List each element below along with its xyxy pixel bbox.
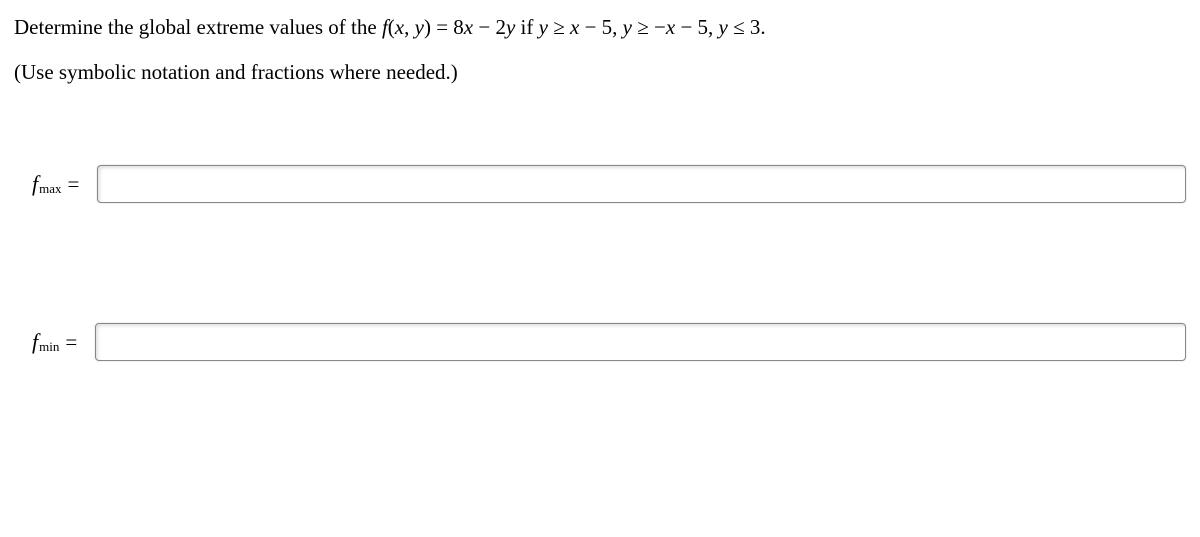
fmin-f: f (32, 329, 38, 355)
paren-open: ( (388, 15, 395, 39)
fmax-sub: max (39, 181, 61, 197)
c1-m5: − 5, (579, 15, 622, 39)
term-y1: y (506, 15, 515, 39)
c2-ge: ≥ − (632, 15, 666, 39)
comma: , (404, 15, 415, 39)
fmin-equals: = (65, 330, 77, 355)
c2-m5: − 5, (675, 15, 718, 39)
question-text: Determine the global extreme values of t… (14, 12, 1186, 44)
instruction-text: (Use symbolic notation and fractions whe… (14, 60, 1186, 85)
fmin-sub: min (39, 339, 59, 355)
c3-le: ≤ 3. (728, 15, 766, 39)
fmin-input[interactable] (95, 323, 1186, 361)
equals-8: = 8 (431, 15, 464, 39)
var-x: x (395, 15, 404, 39)
fmax-f: f (32, 171, 38, 197)
minus-2: − 2 (473, 15, 506, 39)
fmin-row: fmin = (14, 323, 1186, 361)
c3-y: y (719, 15, 728, 39)
var-y: y (415, 15, 424, 39)
c2-x: x (666, 15, 675, 39)
fmax-label: fmax = (32, 171, 79, 197)
fmax-input[interactable] (97, 165, 1186, 203)
fmax-row: fmax = (14, 165, 1186, 203)
paren-close: ) (424, 15, 431, 39)
if-text: if (515, 15, 538, 39)
term-x1: x (464, 15, 473, 39)
c1-x: x (570, 15, 579, 39)
c1-y: y (539, 15, 548, 39)
c2-y: y (623, 15, 632, 39)
question-prefix: Determine the global extreme values of t… (14, 15, 382, 39)
fmax-equals: = (68, 172, 80, 197)
c1-ge: ≥ (548, 15, 570, 39)
fmin-label: fmin = (32, 329, 77, 355)
